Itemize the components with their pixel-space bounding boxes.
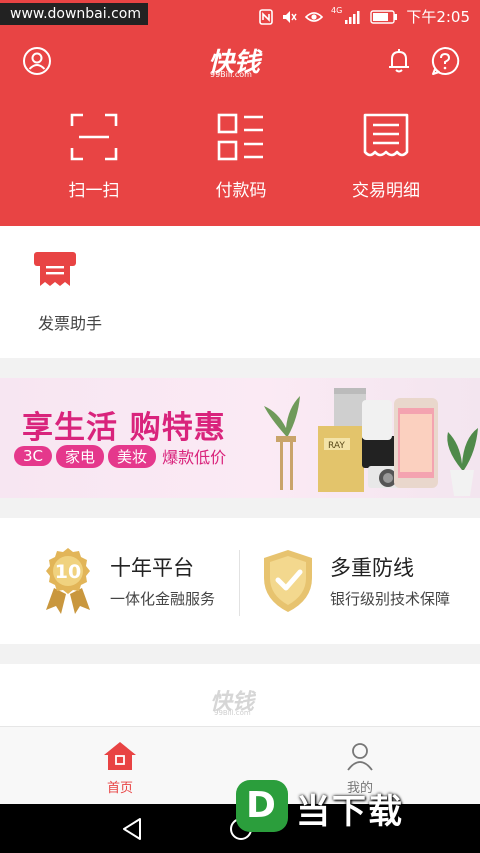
app-logo: 快钱 99Bill.com: [208, 42, 274, 82]
ten-years-badge-icon: 10: [46, 548, 90, 614]
feature-ten-years-subtitle: 一体化金融服务: [110, 590, 216, 608]
battery-icon: [370, 9, 398, 24]
promo-banner[interactable]: 享生活 购特惠 3C 家电 美妆 爆款低价 RAY: [0, 378, 480, 498]
action-scan-label: 扫一扫: [68, 181, 120, 201]
transaction-detail-icon: [363, 113, 409, 157]
banner-tag-text: 爆款低价: [162, 448, 227, 467]
brand-watermark: D 当下载: [236, 780, 480, 838]
action-scan[interactable]: 扫一扫: [24, 112, 164, 212]
tools-section: 发票助手: [0, 226, 480, 358]
user-avatar-icon[interactable]: [22, 46, 52, 76]
brand-badge-letter: D: [246, 785, 276, 826]
feature-security-title: 多重防线: [330, 556, 414, 580]
tab-home[interactable]: 首页: [75, 741, 165, 796]
action-transaction-detail[interactable]: 交易明细: [316, 112, 456, 212]
action-payment-code-label: 付款码: [215, 181, 267, 201]
banner-tag: 3C: [14, 446, 53, 466]
status-time: 下午2:05: [406, 8, 470, 26]
logo-subtext: 99Bill.com: [210, 70, 252, 79]
watermark-url: www.downbai.com: [0, 3, 148, 25]
help-icon[interactable]: [430, 46, 460, 76]
profile-icon: [347, 743, 373, 771]
brand-badge: D: [236, 780, 288, 832]
status-bar: www.downbai.com 4G 下午2:05: [0, 0, 480, 30]
status-icons: 4G 下午2:05: [259, 6, 470, 27]
feature-security-subtitle: 银行级别技术保障: [330, 590, 451, 608]
action-payment-code[interactable]: 付款码: [171, 112, 311, 212]
security-shield-icon: [264, 550, 312, 612]
tool-invoice-assistant[interactable]: 发票助手: [20, 250, 130, 334]
tool-invoice-label: 发票助手: [38, 314, 103, 333]
banner-tag: 家电: [56, 444, 105, 468]
scan-icon: [70, 113, 118, 161]
feature-security: 多重防线 银行级别技术保障: [258, 544, 468, 624]
tab-home-label: 首页: [106, 781, 133, 796]
feature-ten-years-title: 十年平台: [110, 556, 194, 580]
back-icon[interactable]: [120, 816, 146, 842]
home-icon: [104, 742, 136, 770]
badge-number: 10: [55, 561, 81, 583]
nfc-icon: [259, 8, 273, 25]
footer-logo-section: 快钱 99Bill.com: [0, 664, 480, 726]
features-divider: [239, 550, 240, 616]
mute-icon: [283, 10, 297, 23]
invoice-icon: [34, 252, 76, 286]
eye-icon: [305, 11, 324, 22]
action-transaction-detail-label: 交易明细: [352, 181, 420, 201]
brand-watermark-text: 当下载: [296, 792, 404, 832]
footer-logo-sub: 99Bill.com: [214, 709, 251, 717]
bell-icon[interactable]: [384, 46, 414, 76]
payment-code-icon: [217, 113, 263, 161]
feature-ten-years: 10 十年平台 一体化金融服务: [40, 544, 236, 624]
product-box-label: RAY: [328, 441, 345, 451]
header: 快钱 99Bill.com 扫一扫 付款码 交易明细: [0, 30, 480, 226]
features-section: 10 十年平台 一体化金融服务 多重防线 银行级别技术保障: [0, 518, 480, 644]
signal-icon: [345, 10, 360, 24]
banner-products-illustration: RAY: [264, 388, 478, 496]
banner-tag: 美妆: [108, 444, 157, 468]
banner-title: 享生活 购特惠: [22, 410, 226, 446]
banner-tags: 3C 家电 美妆 爆款低价: [14, 444, 226, 468]
network-type: 4G: [331, 6, 343, 15]
